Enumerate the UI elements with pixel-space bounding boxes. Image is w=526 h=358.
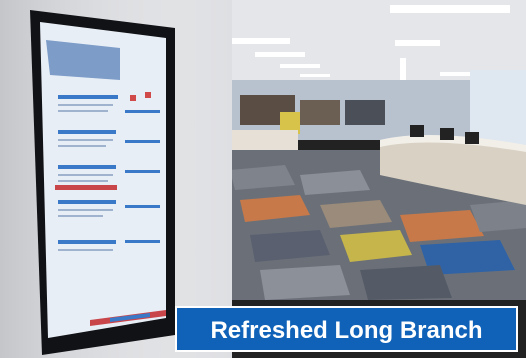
photo-illustration bbox=[0, 0, 526, 358]
desk-monitor bbox=[410, 125, 424, 137]
library-photo: Refreshed Long Branch bbox=[0, 0, 526, 358]
caption-banner: Refreshed Long Branch bbox=[175, 306, 518, 352]
digital-display bbox=[30, 10, 175, 355]
